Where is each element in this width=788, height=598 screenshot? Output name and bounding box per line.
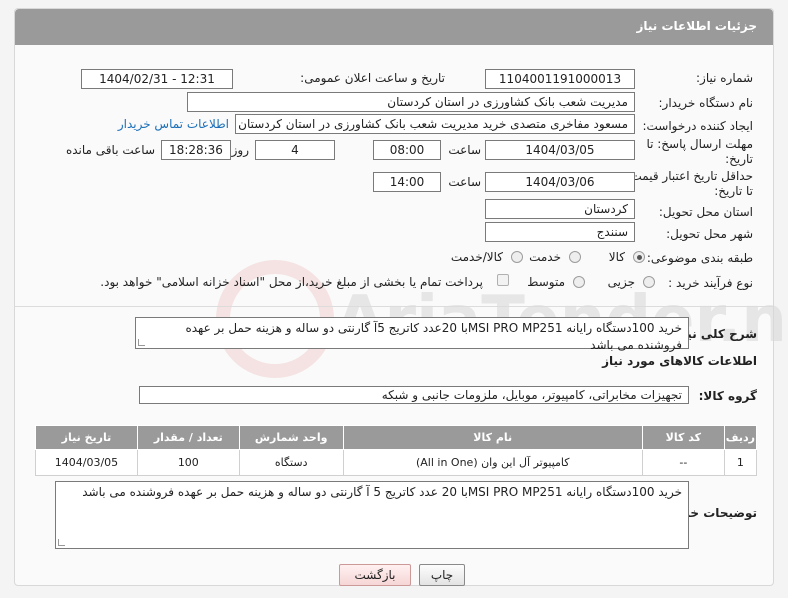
reply-deadline-label: مهلت ارسال پاسخ: تا xyxy=(646,137,753,151)
reply-deadline-date[interactable]: 1404/03/05 xyxy=(485,140,635,160)
announce-datetime-label: تاریخ و ساعت اعلان عمومی: xyxy=(300,71,445,85)
category-service-label: خدمت xyxy=(529,250,561,264)
process-medium-label: متوسط xyxy=(527,275,565,289)
need-details-panel: جزئیات اطلاعات نیاز AriaTender.neT شماره… xyxy=(14,8,788,586)
payment-note: پرداخت تمام یا بخشی از مبلغ خرید،از محل … xyxy=(100,275,483,289)
goods-group-label: گروه کالا: xyxy=(698,389,757,403)
divider xyxy=(15,306,773,307)
cell-unit: دستگاه xyxy=(238,449,344,476)
price-validity-time-label: ساعت xyxy=(448,175,481,189)
province-label: استان محل تحویل: xyxy=(658,205,753,219)
buyer-contact-link[interactable]: اطلاعات تماس خریدار xyxy=(118,117,229,131)
category-goods-service-label: کالا/خدمت xyxy=(450,250,503,264)
process-medium-radio[interactable] xyxy=(573,276,585,288)
reply-deadline-label-2: تاریخ: xyxy=(725,152,753,166)
price-validity-label: حداقل تاریخ اعتبار قیمت: xyxy=(626,169,753,183)
buyer-org-label: نام دستگاه خریدار: xyxy=(658,96,754,110)
back-button[interactable]: بازگشت xyxy=(339,564,411,586)
col-unit: واحد شمارش xyxy=(238,425,344,450)
goods-group-field[interactable]: تجهیزات مخابراتی، کامپیوتر، موبایل، ملزو… xyxy=(139,386,689,404)
province-field[interactable]: کردستان xyxy=(485,199,635,219)
process-minor-label: جزیی xyxy=(607,275,635,289)
islamic-treasury-checkbox[interactable] xyxy=(497,274,509,286)
category-goods-service-radio[interactable] xyxy=(511,251,523,263)
general-description-text: خرید 100دستگاه رایانه MSI PRO MP251با 20… xyxy=(185,321,682,352)
reply-deadline-time[interactable]: 08:00 xyxy=(373,140,441,160)
resize-handle-icon[interactable] xyxy=(138,339,145,346)
items-table: تاریخ نیاز تعداد / مقدار واحد شمارش نام … xyxy=(35,425,758,476)
need-number-label: شماره نیاز: xyxy=(696,71,753,85)
price-validity-label-2: تا تاریخ: xyxy=(714,184,753,198)
cell-row: 1 xyxy=(723,449,758,476)
category-service-radio[interactable] xyxy=(569,251,581,263)
price-validity-date[interactable]: 1404/03/06 xyxy=(485,172,635,192)
col-item-name: نام کالا xyxy=(342,425,643,450)
buyer-notes-field[interactable]: خرید 100دستگاه رایانه MSI PRO MP251با 20… xyxy=(55,481,689,549)
price-validity-time[interactable]: 14:00 xyxy=(373,172,441,192)
category-label: طبقه بندی موضوعی: xyxy=(646,251,753,265)
panel-title: جزئیات اطلاعات نیاز xyxy=(636,19,757,33)
buyer-org-field[interactable]: مدیریت شعب بانک کشاورزی در استان کردستان xyxy=(187,92,635,112)
requester-label: ایجاد کننده درخواست: xyxy=(642,119,753,133)
process-type-label: نوع فرآیند خرید : xyxy=(668,276,753,290)
col-item-code: کد کالا xyxy=(641,425,725,450)
cell-item-name: کامپیوتر آل این وان (All in One) xyxy=(342,449,643,476)
reply-deadline-time-label: ساعت xyxy=(448,143,481,157)
cell-need-date: 1404/03/05 xyxy=(35,449,138,476)
cell-item-code: -- xyxy=(641,449,725,476)
remaining-days: 4 xyxy=(255,140,335,160)
items-table-header: تاریخ نیاز تعداد / مقدار واحد شمارش نام … xyxy=(35,425,758,450)
need-number-field[interactable]: 1104001191000013 xyxy=(485,69,635,89)
category-goods-radio[interactable] xyxy=(633,251,645,263)
panel-header: جزئیات اطلاعات نیاز xyxy=(15,9,773,45)
announce-datetime-field[interactable]: 1404/02/31 - 12:31 xyxy=(81,69,233,89)
col-need-date: تاریخ نیاز xyxy=(35,425,138,450)
col-quantity: تعداد / مقدار xyxy=(136,425,240,450)
print-button[interactable]: چاپ xyxy=(419,564,465,586)
general-description-field[interactable]: خرید 100دستگاه رایانه MSI PRO MP251با 20… xyxy=(135,317,689,352)
table-row[interactable]: 1404/03/05 100 دستگاه کامپیوتر آل این وا… xyxy=(35,449,758,476)
remaining-time-label: ساعت باقی مانده xyxy=(65,143,155,157)
buyer-notes-text: خرید 100دستگاه رایانه MSI PRO MP251با 20… xyxy=(82,485,682,499)
col-row: ردیف xyxy=(723,425,758,450)
city-label: شهر محل تحویل: xyxy=(666,227,753,241)
process-minor-radio[interactable] xyxy=(643,276,655,288)
resize-handle-icon[interactable] xyxy=(58,539,65,546)
requester-field[interactable]: مسعود مفاخری متصدی خرید مدیریت شعب بانک … xyxy=(235,114,635,134)
city-field[interactable]: سنندج xyxy=(485,222,635,242)
category-goods-label: کالا xyxy=(608,250,625,264)
remaining-time: 18:28:36 xyxy=(161,140,231,160)
items-section-title: اطلاعات کالاهای مورد نیاز xyxy=(602,354,757,368)
cell-quantity: 100 xyxy=(136,449,240,476)
